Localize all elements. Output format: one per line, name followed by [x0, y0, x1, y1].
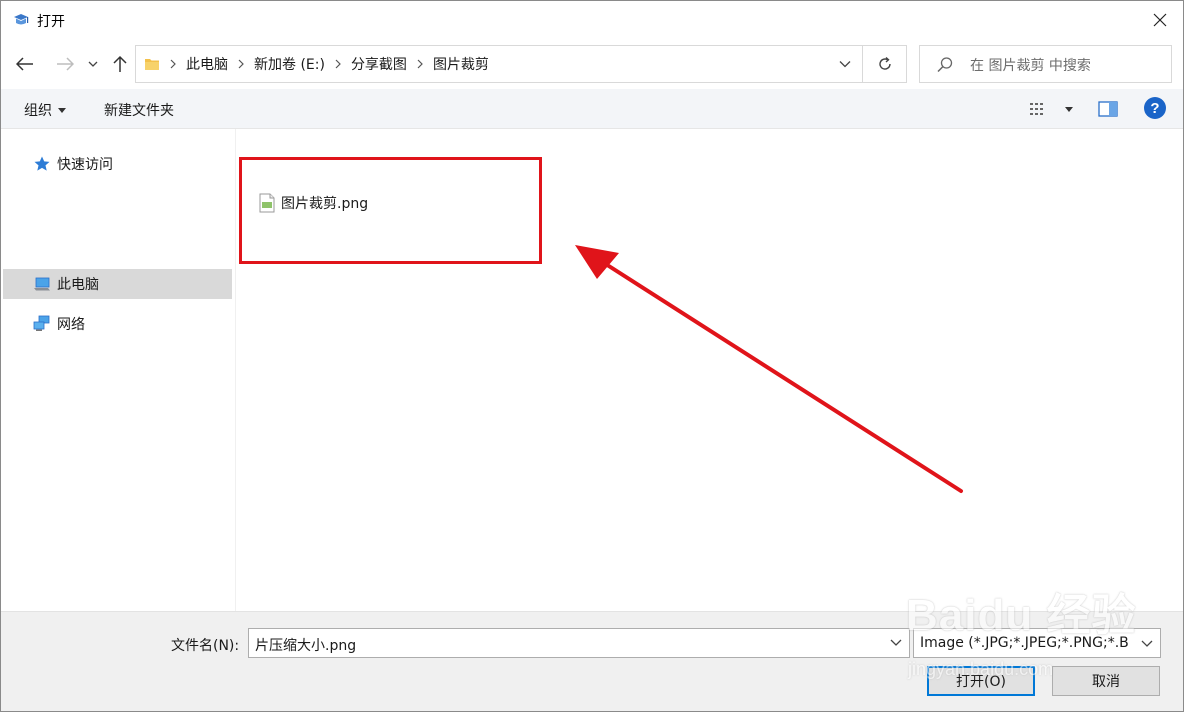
sidebar-item-quick-access[interactable]: 快速访问	[3, 149, 232, 179]
new-folder-label: 新建文件夹	[104, 103, 174, 119]
open-button[interactable]: 打开(O)	[927, 666, 1035, 696]
sidebar-item-label: 此电脑	[57, 277, 99, 293]
chevron-right-icon	[166, 46, 180, 82]
list-item[interactable]: 图片裁剪.png	[259, 191, 368, 215]
open-file-dialog: 打开 此电脑 新加卷 (E:) 分享截图 图片裁剪 在 图片裁剪 中搜索 组织 …	[0, 0, 1184, 712]
close-icon	[1153, 13, 1167, 27]
filename-label: 文件名(N):	[171, 638, 240, 654]
arrow-up-icon	[113, 55, 127, 72]
close-button[interactable]	[1137, 1, 1183, 39]
chevron-down-icon	[1141, 640, 1153, 647]
arrow-right-icon	[57, 57, 74, 71]
sidebar-item-this-pc[interactable]: 此电脑	[3, 269, 232, 299]
address-bar[interactable]: 此电脑 新加卷 (E:) 分享截图 图片裁剪	[135, 45, 863, 83]
title-bar: 打开	[1, 1, 1183, 39]
breadcrumb-share-screenshots[interactable]: 分享截图	[345, 54, 413, 74]
chevron-right-icon	[234, 46, 248, 82]
preview-pane-icon[interactable]	[1097, 99, 1119, 119]
details-view-icon	[1030, 103, 1043, 115]
search-input[interactable]: 在 图片裁剪 中搜索	[919, 45, 1172, 83]
refresh-button[interactable]	[863, 45, 907, 83]
command-bar: 组织 新建文件夹 ?	[1, 89, 1183, 129]
help-button[interactable]: ?	[1144, 97, 1166, 119]
navigation-bar: 此电脑 新加卷 (E:) 分享截图 图片裁剪 在 图片裁剪 中搜索	[1, 39, 1183, 89]
filename-value: 片压缩大小.png	[255, 638, 357, 654]
sidebar-item-network[interactable]: 网络	[3, 309, 232, 339]
caret-down-icon	[58, 107, 66, 113]
computer-icon	[34, 277, 50, 291]
organize-label: 组织	[24, 103, 52, 119]
sidebar-item-label: 快速访问	[57, 157, 113, 173]
sidebar-item-label: 网络	[57, 317, 85, 333]
filename-field[interactable]: 片压缩大小.png	[248, 628, 910, 658]
file-name: 图片裁剪.png	[281, 196, 369, 212]
refresh-icon	[878, 56, 891, 70]
arrow-left-icon	[16, 57, 33, 71]
forward-button[interactable]	[52, 51, 78, 77]
file-list: 图片裁剪.png	[237, 129, 1183, 611]
dialog-footer: 文件名(N): 片压缩大小.png Image (*.JPG;*.JPEG;*.…	[1, 611, 1183, 711]
chevron-down-icon	[839, 61, 851, 68]
chevron-down-icon[interactable]	[889, 637, 903, 649]
chevron-down-icon	[88, 61, 98, 67]
file-type-value: Image (*.JPG;*.JPEG;*.PNG;*.B	[920, 635, 1129, 651]
app-icon	[14, 14, 29, 25]
address-history-dropdown[interactable]	[836, 56, 854, 72]
back-button[interactable]	[12, 51, 38, 77]
cancel-button[interactable]: 取消	[1052, 666, 1160, 696]
network-icon	[33, 315, 50, 331]
up-button[interactable]	[107, 51, 133, 77]
caret-down-icon	[1065, 106, 1073, 112]
navigation-pane: 快速访问 此电脑 网络	[1, 129, 236, 611]
file-type-select[interactable]: Image (*.JPG;*.JPEG;*.PNG;*.B	[913, 628, 1161, 658]
search-placeholder: 在 图片裁剪 中搜索	[970, 58, 1091, 74]
recent-locations-button[interactable]	[83, 51, 103, 77]
folder-icon	[145, 59, 159, 70]
search-icon	[937, 57, 953, 73]
change-view-button[interactable]	[1029, 98, 1075, 120]
window-title: 打开	[37, 14, 65, 30]
chevron-right-icon	[413, 46, 427, 82]
breadcrumb-drive-e[interactable]: 新加卷 (E:)	[248, 54, 331, 74]
breadcrumb: 此电脑 新加卷 (E:) 分享截图 图片裁剪	[142, 46, 495, 82]
image-file-icon	[259, 193, 275, 213]
breadcrumb-image-crop[interactable]: 图片裁剪	[427, 54, 495, 74]
new-folder-button[interactable]: 新建文件夹	[104, 100, 174, 120]
chevron-right-icon	[331, 46, 345, 82]
star-icon	[34, 156, 50, 171]
breadcrumb-this-pc[interactable]: 此电脑	[180, 54, 234, 74]
organize-menu-button[interactable]: 组织	[24, 100, 66, 120]
